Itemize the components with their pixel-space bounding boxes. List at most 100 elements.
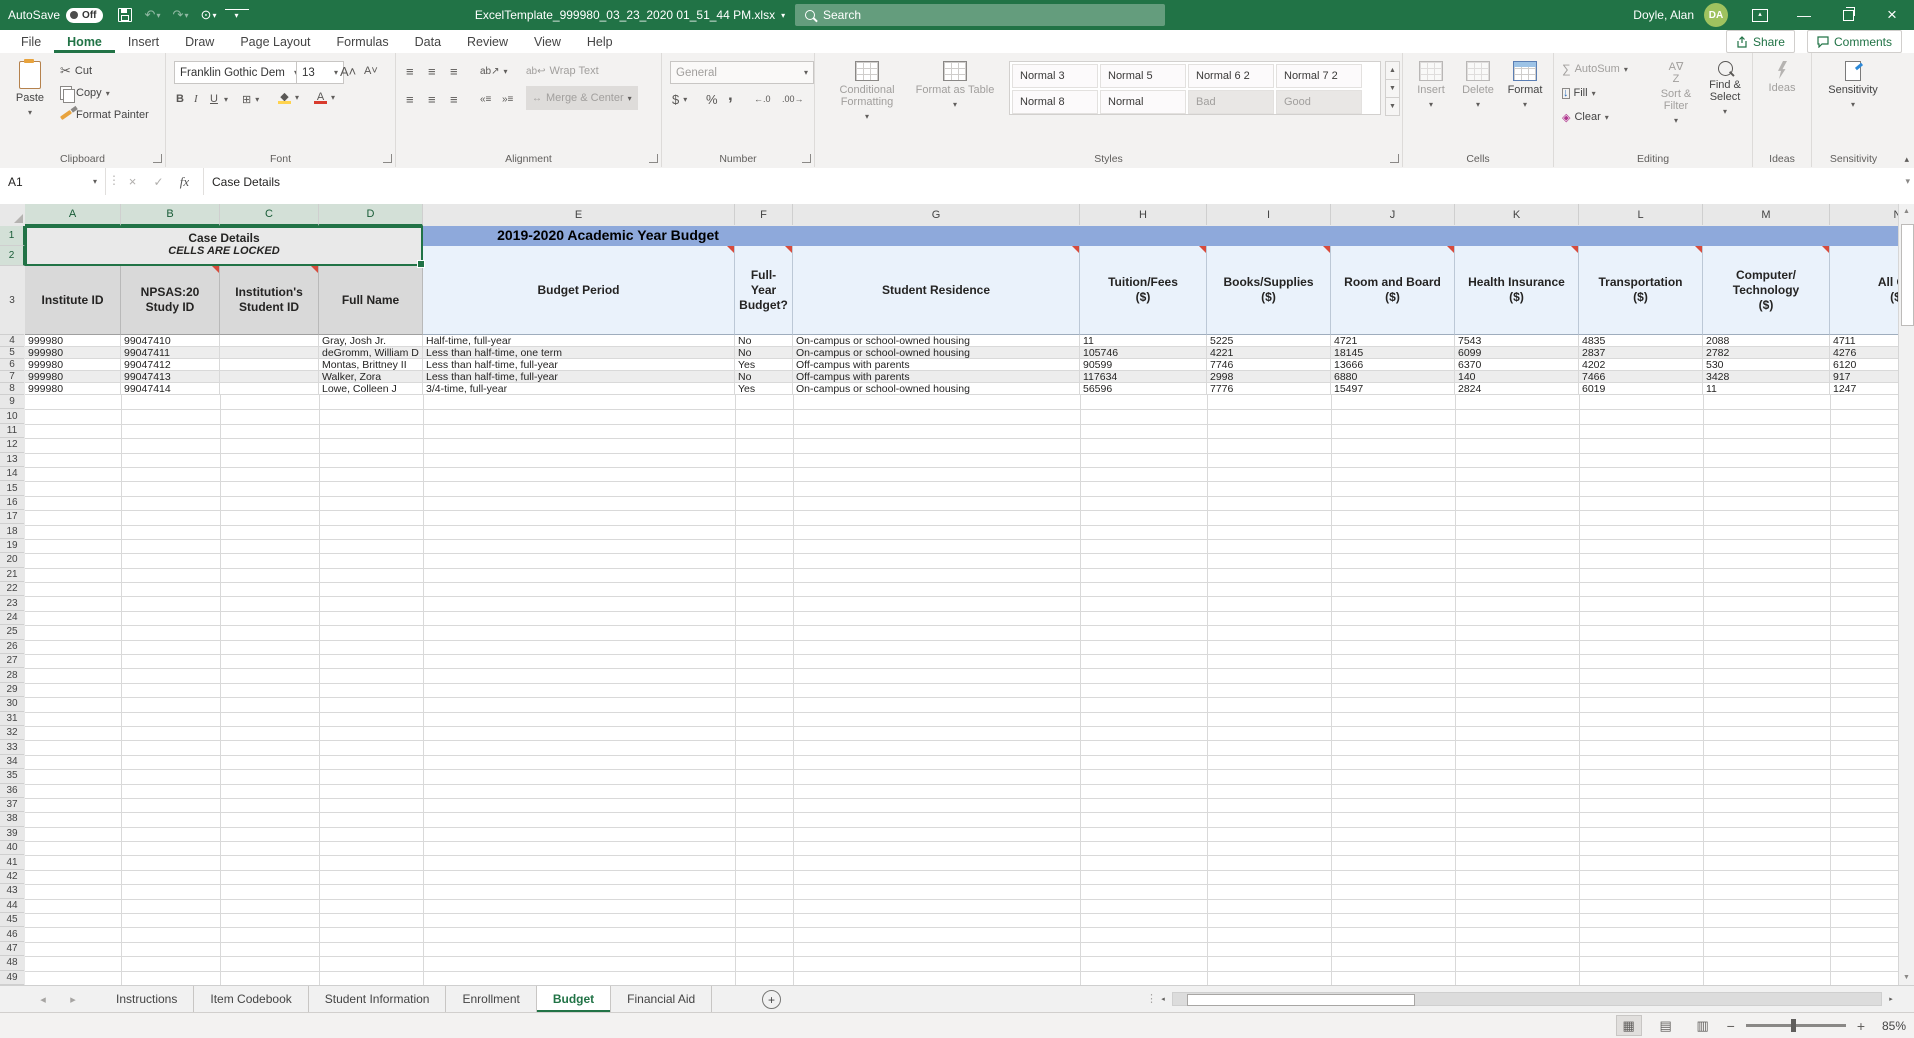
row-header-42[interactable]: 42 [0,870,24,884]
styles-dialog-launcher-icon[interactable] [1390,154,1399,163]
row-header-6[interactable]: 6 [0,359,24,371]
row-header-31[interactable]: 31 [0,712,24,726]
row-header-5[interactable]: 5 [0,347,24,359]
column-header-N[interactable]: N [1830,204,1898,225]
menu-tab-help[interactable]: Help [574,30,626,53]
cell-G5[interactable]: On-campus or school-owned housing [793,347,1080,359]
row-header-41[interactable]: 41 [0,855,24,869]
sheet-tab-financial-aid[interactable]: Financial Aid [611,986,712,1012]
format-cells-button[interactable]: Format▾ [1503,61,1547,111]
row-header-21[interactable]: 21 [0,568,24,582]
cell-I5[interactable]: 4221 [1207,347,1331,359]
cell-H6[interactable]: 90599 [1080,359,1207,371]
ideas-button[interactable]: Ideas [1759,61,1805,94]
row-header-34[interactable]: 34 [0,755,24,769]
vertical-scrollbar-thumb[interactable] [1901,224,1914,326]
cell-J8[interactable]: 15497 [1331,383,1455,395]
row-header-32[interactable]: 32 [0,726,24,740]
enter-button[interactable]: ✓ [146,168,171,195]
row-header-43[interactable]: 43 [0,884,24,898]
row-header-17[interactable]: 17 [0,510,24,524]
cell-C4[interactable] [220,335,319,347]
new-sheet-button[interactable]: + [762,990,781,1009]
cell-A6[interactable]: 999980 [25,359,121,371]
row-header-27[interactable]: 27 [0,654,24,668]
hscroll-right-icon[interactable]: ▸ [1884,992,1898,1006]
cell-F5[interactable]: No [735,347,793,359]
cell-E6[interactable]: Less than half-time, full-year [423,359,735,371]
clipboard-dialog-launcher-icon[interactable] [153,154,162,163]
cell-H5[interactable]: 105746 [1080,347,1207,359]
cell-C8[interactable] [220,383,319,395]
cell-K8[interactable]: 2824 [1455,383,1579,395]
search-box[interactable]: Search [795,4,1165,26]
conditional-formatting-button[interactable]: Conditional Formatting▾ [827,61,907,123]
row-header-13[interactable]: 13 [0,453,24,467]
style-chip-bad[interactable]: Bad [1188,90,1274,114]
zoom-slider[interactable] [1746,1024,1846,1027]
row-header-2[interactable]: 2 [0,246,25,266]
formula-input[interactable]: Case Details [203,168,1892,195]
cell-C6[interactable] [220,359,319,371]
row-header-29[interactable]: 29 [0,683,24,697]
underline-button[interactable]: U [210,89,218,109]
cell-D6[interactable]: Montas, Brittney II [319,359,423,371]
style-chip-normal-3[interactable]: Normal 3 [1012,64,1098,88]
row-header-11[interactable]: 11 [0,424,24,438]
cell-M6[interactable]: 530 [1703,359,1830,371]
column-header-I[interactable]: I [1207,204,1331,225]
customize-qat-button[interactable]: ▾ [225,9,249,22]
zoom-out-button[interactable]: − [1727,1018,1735,1034]
row-header-22[interactable]: 22 [0,582,24,596]
row-header-39[interactable]: 39 [0,827,24,841]
row-header-10[interactable]: 10 [0,409,24,423]
row-header-37[interactable]: 37 [0,798,24,812]
menu-tab-page-layout[interactable]: Page Layout [227,30,323,53]
cells-area[interactable]: 2019-2020 Academic Year Budget Case Deta… [25,226,1898,985]
minimize-button[interactable]: — [1782,0,1826,30]
column-header-G[interactable]: G [793,204,1080,225]
cell-N7[interactable]: 917 [1830,371,1898,383]
cell-B7[interactable]: 99047413 [121,371,220,383]
cell-K5[interactable]: 6099 [1455,347,1579,359]
decrease-indent-button[interactable]: «≡ [480,89,491,109]
cell-C7[interactable] [220,371,319,383]
format-as-table-button[interactable]: Format as Table▾ [915,61,995,111]
accounting-format-button[interactable]: $▾ [672,89,687,109]
hscroll-left-icon[interactable]: ◂ [1156,992,1170,1006]
row-header-12[interactable]: 12 [0,438,24,452]
merge-center-button[interactable]: ↔Merge & Center▾ [526,86,638,110]
scroll-down-icon[interactable]: ▼ [1899,970,1914,985]
title-dropdown-icon[interactable]: ▾ [781,11,785,20]
next-sheet-icon[interactable]: ▸ [60,986,86,1012]
cell-J6[interactable]: 13666 [1331,359,1455,371]
cell-N6[interactable]: 6120 [1830,359,1898,371]
scroll-up-icon[interactable]: ▲ [1899,204,1914,219]
sheet-tab-instructions[interactable]: Instructions [100,986,194,1012]
column-header-H[interactable]: H [1080,204,1207,225]
wrap-text-button[interactable]: ab↩Wrap Text [526,61,599,81]
header-cell-G3[interactable]: Student Residence [793,246,1080,335]
cell-J4[interactable]: 4721 [1331,335,1455,347]
zoom-slider-thumb[interactable] [1791,1019,1796,1032]
gallery-up-icon[interactable]: ▲ [1385,61,1400,80]
row-header-4[interactable]: 4 [0,335,24,347]
cell-K7[interactable]: 140 [1455,371,1579,383]
number-dialog-launcher-icon[interactable] [802,154,811,163]
cell-I7[interactable]: 2998 [1207,371,1331,383]
menu-tab-formulas[interactable]: Formulas [324,30,402,53]
column-header-D[interactable]: D [319,204,423,226]
menu-tab-view[interactable]: View [521,30,574,53]
column-header-A[interactable]: A [25,204,121,226]
cell-D5[interactable]: deGromm, William D [319,347,423,359]
find-select-button[interactable]: Find & Select▾ [1702,61,1748,118]
cell-N5[interactable]: 4276 [1830,347,1898,359]
style-chip-normal[interactable]: Normal [1100,90,1186,114]
style-chip-good[interactable]: Good [1276,90,1362,114]
row-header-33[interactable]: 33 [0,740,24,754]
align-left-button[interactable]: ≡ [406,89,414,109]
cell-H7[interactable]: 117634 [1080,371,1207,383]
restore-button[interactable] [1826,0,1870,30]
bold-button[interactable]: B [176,89,184,109]
align-bottom-button[interactable]: ≡ [450,61,458,81]
